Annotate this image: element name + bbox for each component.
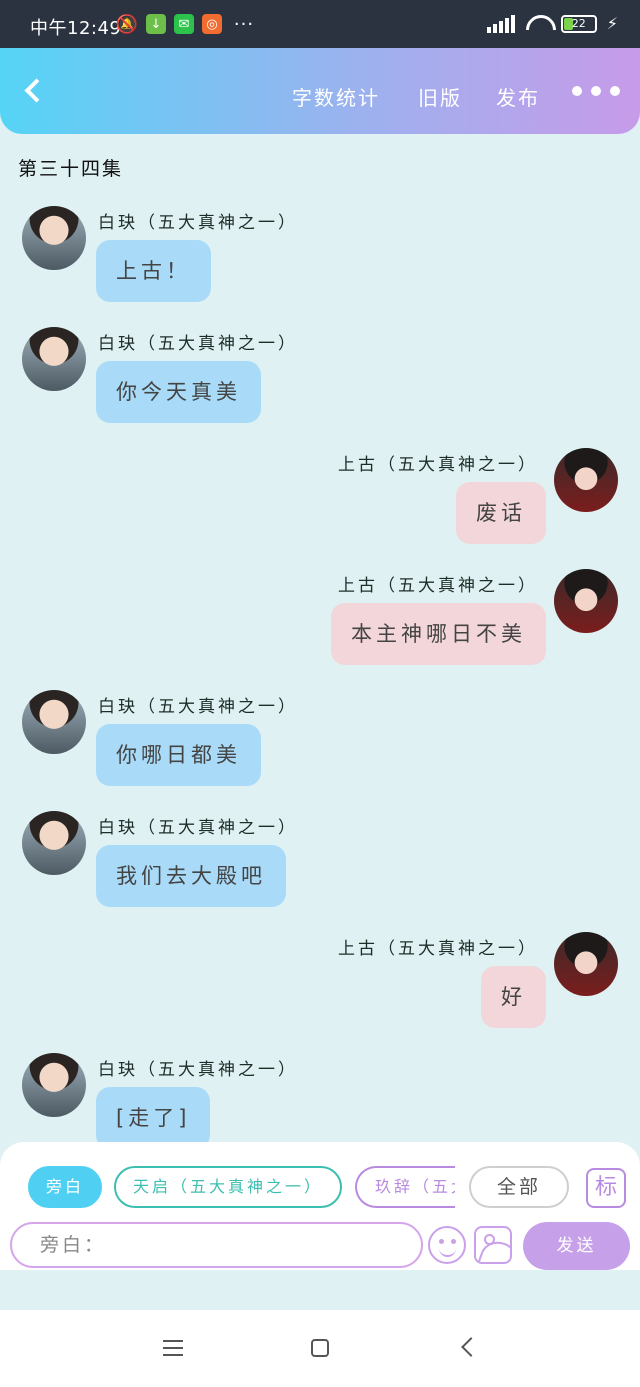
sender-name: 白玦（五大真神之一） <box>98 334 298 354</box>
avatar[interactable] <box>22 690 86 754</box>
old-version-button[interactable]: 旧版 <box>418 82 462 111</box>
back-icon[interactable] <box>461 1337 481 1357</box>
composer-panel: 旁白 天启（五大真神之一） 玖辞（五大 全部 标 旁白： 发送 <box>0 1142 640 1270</box>
message-bubble[interactable]: 你今天真美 <box>96 361 261 423</box>
sender-name: 白玦（五大真神之一） <box>98 697 298 717</box>
status-system-icons: 22 ⚡ <box>486 14 618 33</box>
avatar[interactable] <box>554 569 618 633</box>
role-chip-jiuci[interactable]: 玖辞（五大 <box>355 1166 455 1208</box>
message-bubble[interactable]: 本主神哪日不美 <box>331 603 546 665</box>
battery-level: 22 <box>571 17 586 30</box>
avatar[interactable] <box>22 811 86 875</box>
avatar[interactable] <box>554 932 618 996</box>
episode-title: 第三十四集 <box>18 158 124 180</box>
sender-name: 上古（五大真神之一） <box>338 939 538 959</box>
message-bubble[interactable]: 好 <box>481 966 546 1028</box>
message-bubble[interactable]: [走了] <box>96 1087 211 1149</box>
send-button[interactable]: 发送 <box>523 1222 630 1270</box>
word-count-button[interactable]: 字数统计 <box>292 82 380 111</box>
app-icon: ◎ <box>202 14 222 34</box>
all-roles-button[interactable]: 全部 <box>469 1166 569 1208</box>
avatar[interactable] <box>22 327 86 391</box>
header: 字数统计 旧版 发布 <box>0 48 640 134</box>
publish-button[interactable]: 发布 <box>496 82 540 111</box>
sender-name: 白玦（五大真神之一） <box>98 213 298 233</box>
role-chip-narration[interactable]: 旁白 <box>28 1166 102 1208</box>
signal-icon <box>486 14 515 33</box>
system-nav-bar <box>0 1310 640 1387</box>
sender-name: 白玦（五大真神之一） <box>98 1060 298 1080</box>
sender-name: 上古（五大真神之一） <box>338 455 538 475</box>
chevron-left-icon[interactable] <box>20 76 50 106</box>
status-time: 中午12:49 <box>30 18 122 39</box>
avatar[interactable] <box>22 1053 86 1117</box>
more-dots-icon[interactable] <box>572 86 620 96</box>
mute-bell-icon: 🔕 <box>115 13 139 35</box>
smiley-icon[interactable] <box>428 1226 466 1264</box>
sender-name: 白玦（五大真神之一） <box>98 818 298 838</box>
image-icon[interactable] <box>474 1226 512 1264</box>
avatar[interactable] <box>554 448 618 512</box>
message-bubble[interactable]: 你哪日都美 <box>96 724 261 786</box>
message-bubble[interactable]: 我们去大殿吧 <box>96 845 286 907</box>
wechat-icon: ✉ <box>174 14 194 34</box>
status-notification-icons: 🔕 ↓ ✉ ◎ ··· <box>115 13 258 35</box>
message-bubble[interactable]: 废话 <box>456 482 546 544</box>
home-icon[interactable] <box>311 1339 329 1357</box>
message-input[interactable]: 旁白： <box>10 1222 423 1268</box>
battery-icon: 22 <box>560 14 597 33</box>
menu-icon[interactable] <box>163 1340 183 1356</box>
sender-name: 上古（五大真神之一） <box>338 576 538 596</box>
role-chip-tianqi[interactable]: 天启（五大真神之一） <box>114 1166 342 1208</box>
tag-button[interactable]: 标 <box>586 1168 626 1208</box>
status-bar: 中午12:49 🔕 ↓ ✉ ◎ ··· 22 ⚡ <box>0 0 640 48</box>
more-notifications-icon: ··· <box>233 13 255 35</box>
avatar[interactable] <box>22 206 86 270</box>
message-bubble[interactable]: 上古！ <box>96 240 211 302</box>
wifi-icon <box>525 15 551 33</box>
download-icon: ↓ <box>146 14 166 34</box>
charging-icon: ⚡ <box>606 14 618 33</box>
